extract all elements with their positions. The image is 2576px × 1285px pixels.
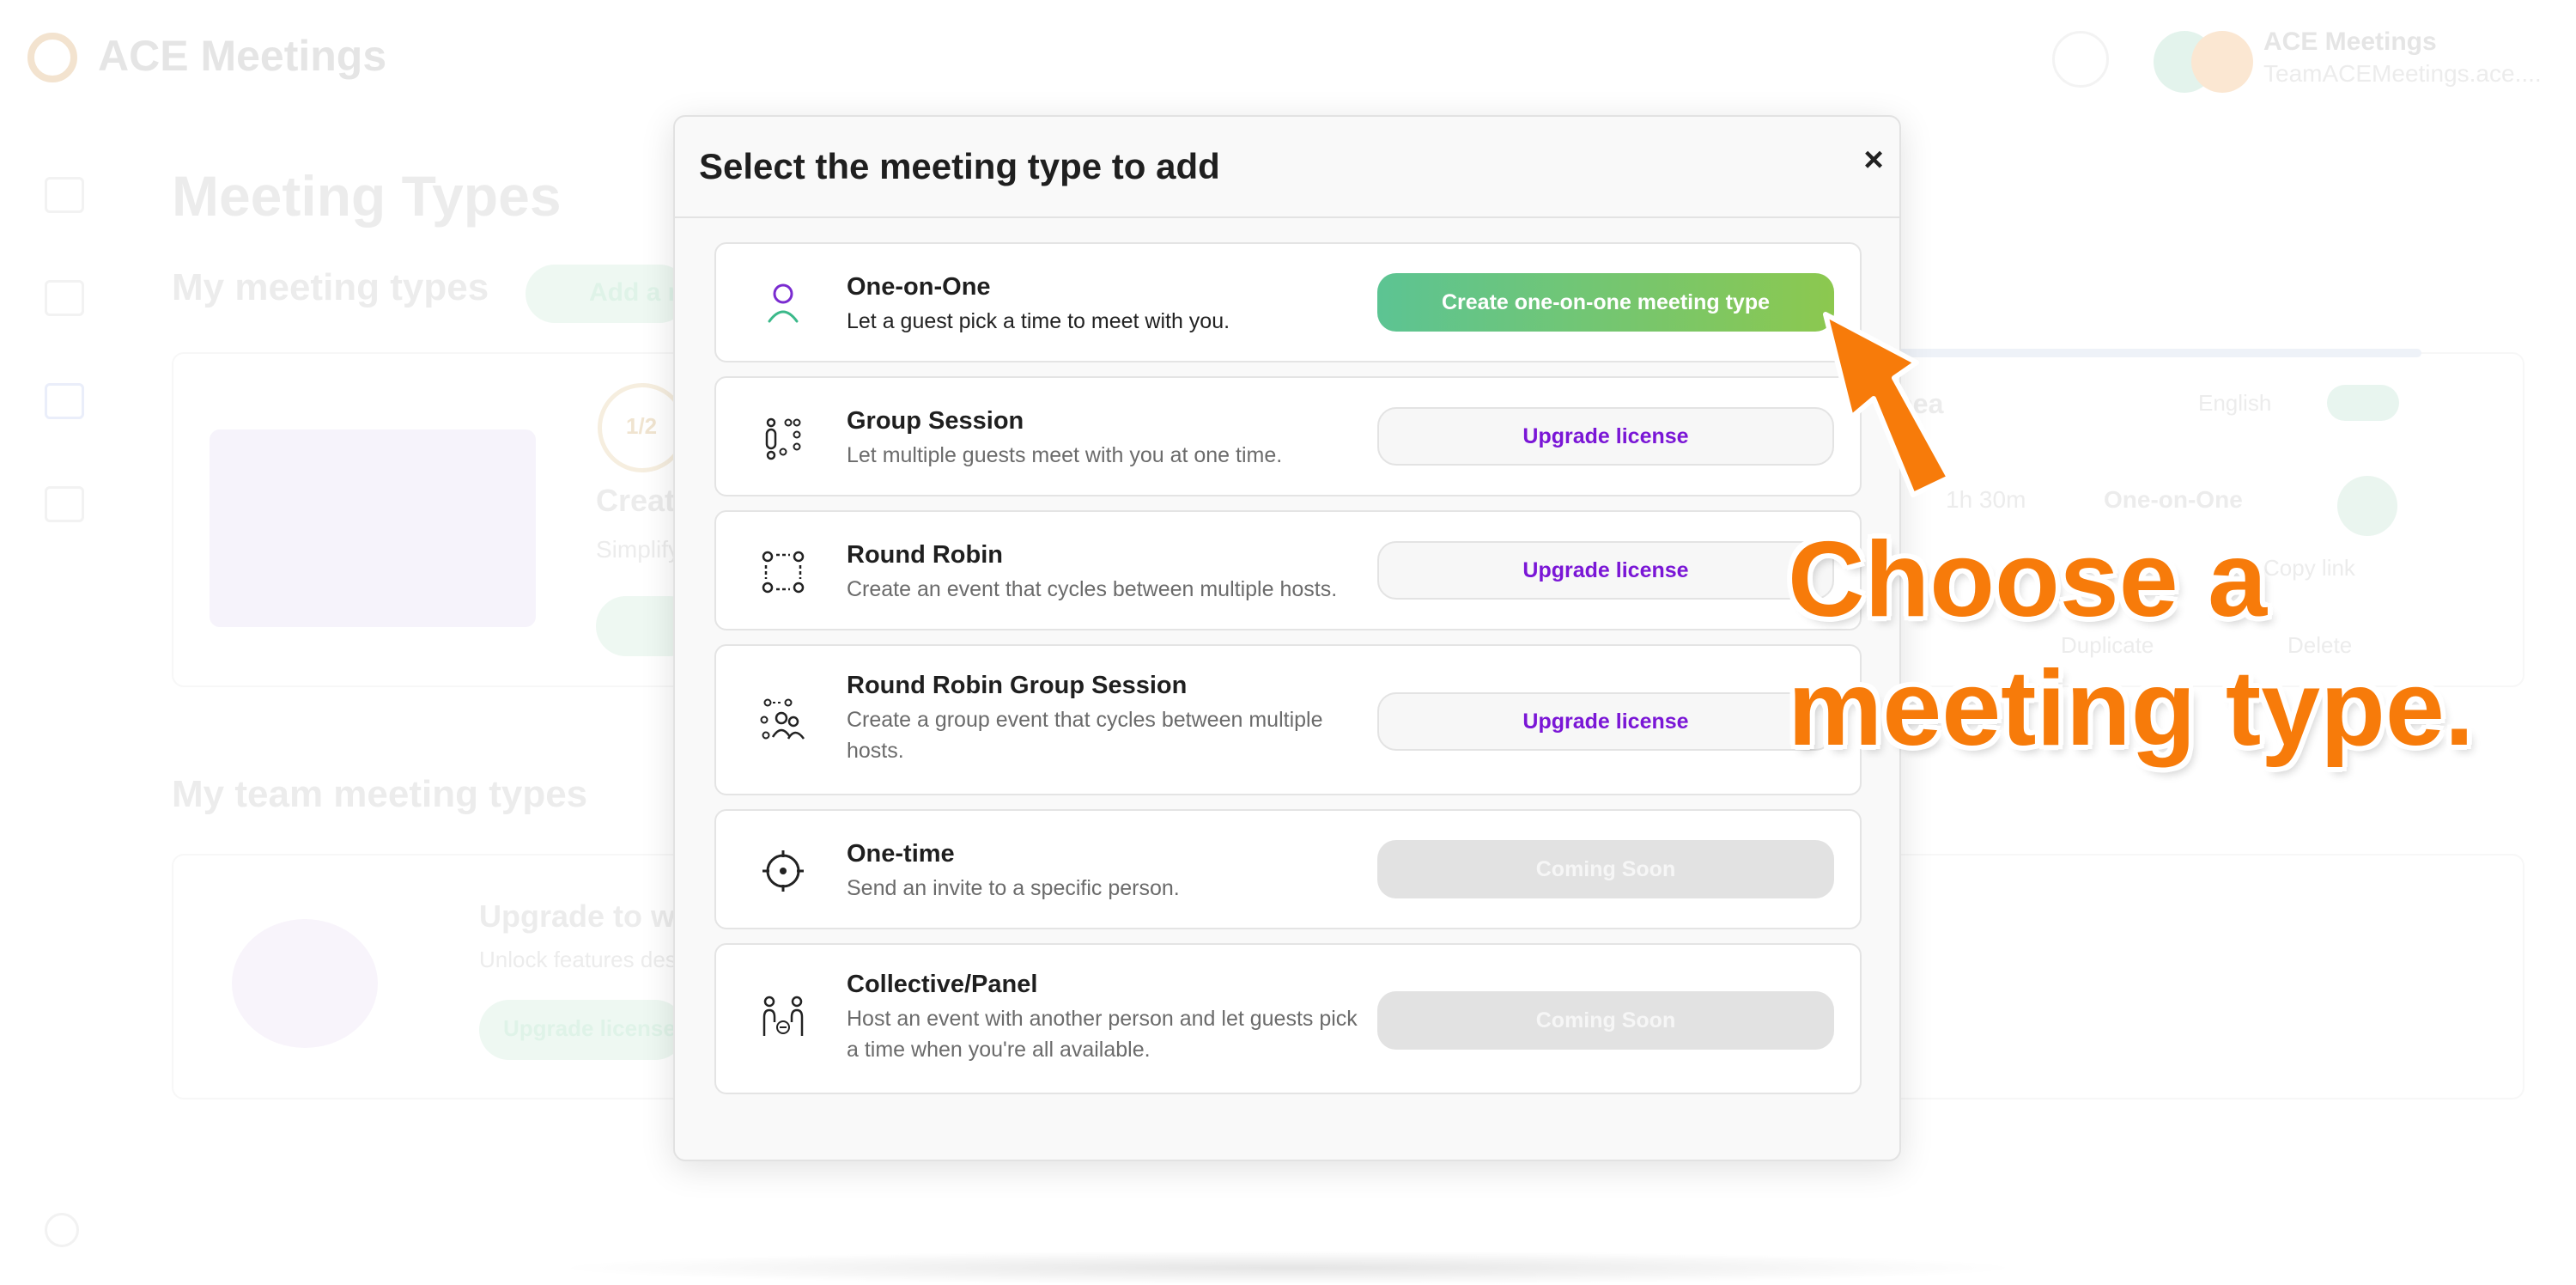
option-description: Create a group event that cycles between… <box>847 708 1323 763</box>
team-upgrade-label: Upgrade license <box>503 1015 676 1041</box>
option-collective-panel[interactable]: Collective/Panel Host an event with anot… <box>714 943 1862 1094</box>
collective-icon <box>762 996 804 1036</box>
card-heading: Creat <box>596 483 676 518</box>
close-icon[interactable]: × <box>1855 141 1893 179</box>
language-label: English <box>2198 390 2272 416</box>
account-name: ACE Meetings <box>2263 27 2437 56</box>
upgrade-text: Unlock features des <box>479 947 677 972</box>
modal-header: Select the meeting type to add × <box>675 117 1899 218</box>
upgrade-license-button[interactable]: Upgrade license <box>1377 541 1834 600</box>
option-description: Send an invite to a specific person. <box>847 876 1180 900</box>
option-description: Create an event that cycles between mult… <box>847 577 1338 601</box>
active-toggle[interactable] <box>2327 385 2399 421</box>
option-title: One-time <box>847 840 955 868</box>
group-icon <box>765 417 801 460</box>
arrow-pointer-icon <box>1823 312 1952 497</box>
option-title: One-on-One <box>847 273 991 301</box>
upgrade-license-button[interactable]: Upgrade license <box>1377 692 1834 751</box>
progress-bar <box>1880 349 2421 357</box>
upgrade-license-button[interactable]: Upgrade license <box>1377 407 1834 466</box>
rocket-illustration <box>232 919 378 1048</box>
sidebar-list-icon[interactable] <box>45 486 84 522</box>
annotation-callout: Choose a meeting type. <box>1788 515 2474 773</box>
option-one-on-one[interactable]: One-on-One Let a guest pick a time to me… <box>714 242 1862 362</box>
option-title: Collective/Panel <box>847 971 1038 998</box>
app-brand: ACE Meetings <box>98 32 387 80</box>
sidebar-calendar-icon[interactable] <box>45 280 84 316</box>
target-icon <box>762 850 804 892</box>
avatar-secondary <box>2191 31 2253 93</box>
sidebar-meeting-types-icon[interactable] <box>45 383 84 419</box>
sidebar-dashboard-icon[interactable] <box>45 177 84 213</box>
round-robin-group-icon <box>760 698 805 740</box>
modal-shadow <box>550 1251 2026 1285</box>
app-logo-icon <box>27 33 77 82</box>
add-button-label: Add a n <box>589 278 683 307</box>
my-meeting-types-heading: My meeting types <box>172 266 489 308</box>
round-robin-icon <box>762 551 805 594</box>
annotation-line-2: meeting type. <box>1788 649 2475 768</box>
onboarding-illustration <box>210 429 536 627</box>
meeting-kind-label: One-on-One <box>2104 486 2243 513</box>
bell-icon[interactable] <box>2052 31 2109 88</box>
upgrade-heading: Upgrade to wo <box>479 898 694 934</box>
help-icon[interactable] <box>45 1213 79 1247</box>
option-one-time[interactable]: One-time Send an invite to a specific pe… <box>714 809 1862 929</box>
duration-label: 1h 30m <box>1946 486 2026 513</box>
page-title: Meeting Types <box>172 164 562 228</box>
coming-soon-button: Coming Soon <box>1377 840 1834 898</box>
option-description: Let a guest pick a time to meet with you… <box>847 309 1230 333</box>
team-upgrade-button[interactable]: Upgrade license <box>479 1000 685 1060</box>
option-description: Host an event with another person and le… <box>847 1007 1358 1062</box>
option-round-robin-group[interactable]: Round Robin Group Session Create a group… <box>714 644 1862 795</box>
option-title: Round Robin <box>847 541 1004 569</box>
annotation-line-1: Choose a <box>1788 521 2268 639</box>
step-label: 1/2 <box>626 413 658 439</box>
add-meeting-type-button[interactable]: Add a n <box>526 265 689 323</box>
card-text: Simplify <box>596 536 681 563</box>
option-description: Let multiple guests meet with you at one… <box>847 443 1283 467</box>
option-group-session[interactable]: Group Session Let multiple guests meet w… <box>714 376 1862 496</box>
meeting-type-modal: Select the meeting type to add × One-on-… <box>673 115 1901 1161</box>
team-meeting-types-heading: My team meeting types <box>172 773 588 815</box>
option-title: Group Session <box>847 407 1024 435</box>
person-icon <box>768 283 799 323</box>
coming-soon-button: Coming Soon <box>1377 991 1834 1050</box>
option-title: Round Robin Group Session <box>847 672 1188 699</box>
account-email: TeamACEMeetings.ace.... <box>2263 60 2542 87</box>
create-one-on-one-button[interactable]: Create one-on-one meeting type <box>1377 273 1834 332</box>
option-round-robin[interactable]: Round Robin Create an event that cycles … <box>714 510 1862 630</box>
modal-title: Select the meeting type to add <box>699 146 1220 186</box>
